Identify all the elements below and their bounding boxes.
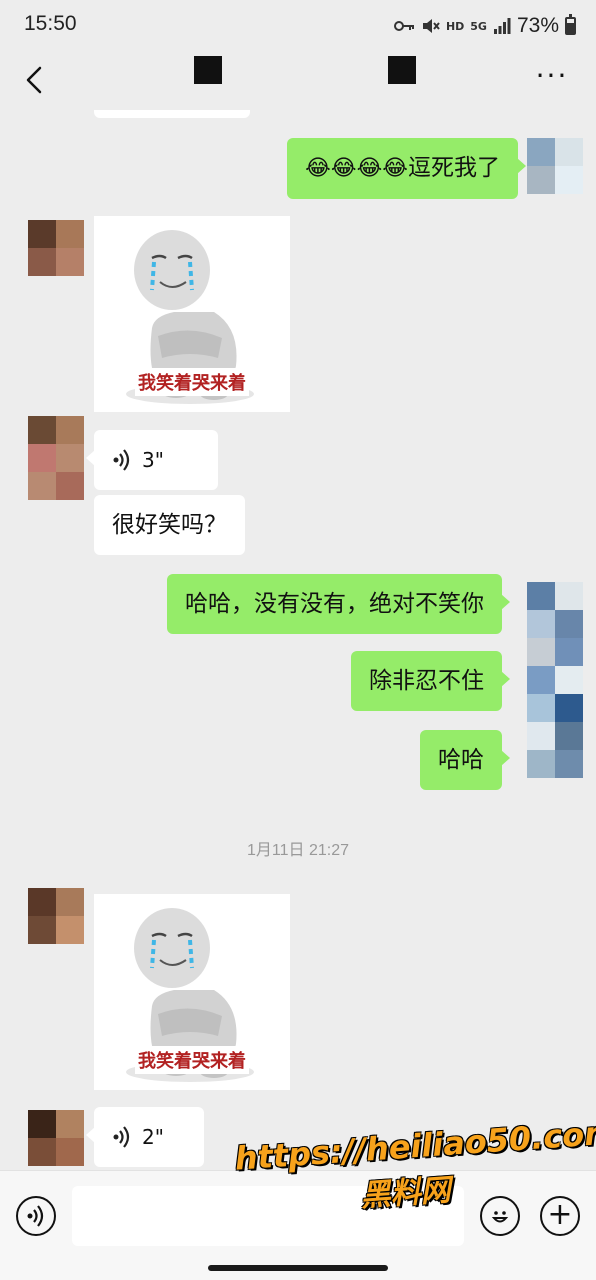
sticker-image[interactable]: 我笑着哭来着 [94,216,290,412]
emoji-button[interactable] [480,1196,520,1236]
key-icon [393,21,414,31]
chat-area[interactable]: 😂😂😂😂逗死我了 我笑着哭来着 3" 很好笑吗？ 哈哈，没有没有，绝对不笑你 除… [0,110,596,1170]
voice-wave-icon [113,1126,130,1148]
back-button[interactable] [18,62,54,98]
signal-icon [493,18,511,34]
message-input[interactable] [72,1186,464,1246]
home-indicator[interactable] [208,1265,388,1271]
mute-icon [422,19,440,33]
message-text: 逗死我了 [408,155,500,181]
voice-duration: 3" [142,448,164,472]
hd-label: HD [445,19,465,33]
battery-icon [565,14,576,35]
message-text: 哈哈，没有没有，绝对不笑你 [185,591,484,617]
sticker-caption: 我笑着哭来着 [135,1046,249,1074]
status-bar: 15:50 HD 5G 73% [0,0,596,52]
redacted-block [388,56,416,84]
emoji-smile-icon [491,1211,509,1223]
contact-avatar[interactable] [28,1110,84,1166]
contact-avatar[interactable] [28,416,84,500]
chat-header: ··· [0,52,596,110]
more-button[interactable]: ··· [534,62,570,94]
my-avatar[interactable] [527,582,583,778]
voice-mode-button[interactable] [16,1196,56,1236]
redacted-block [194,56,222,84]
previous-message-fragment [94,110,250,118]
emoji-laugh-cry: 😂😂😂😂 [305,156,408,181]
status-time: 15:50 [24,12,77,35]
voice-wave-icon [113,449,130,471]
message-text: 除非忍不住 [369,668,484,694]
sticker-image[interactable]: 我笑着哭来着 [94,894,290,1090]
voice-message-bubble[interactable]: 3" [86,430,218,490]
voice-message-bubble[interactable]: 2" [86,1107,204,1167]
network-label: 5G [470,19,487,33]
plus-icon: + [547,1196,573,1232]
voice-mode-icon [27,1205,44,1227]
message-bubble-me[interactable]: 哈哈，没有没有，绝对不笑你 [167,574,510,634]
voice-duration: 2" [142,1125,164,1149]
contact-avatar[interactable] [28,220,84,276]
message-text: 很好笑吗？ [112,512,227,538]
message-bubble-me[interactable]: 哈哈 [420,730,510,790]
message-bubble-them[interactable]: 很好笑吗？ [94,495,245,555]
message-bubble-me[interactable]: 除非忍不住 [351,651,510,711]
status-icons: HD 5G 73% [393,12,576,40]
chevron-left-icon [26,66,42,94]
plus-button[interactable]: + [540,1196,580,1236]
message-text: 哈哈 [438,747,484,773]
message-timestamp: 1月11日 21:27 [247,842,349,859]
sticker-caption: 我笑着哭来着 [135,368,249,396]
input-bar: + [0,1170,596,1280]
message-bubble-me[interactable]: 😂😂😂😂逗死我了 [287,138,526,199]
contact-avatar[interactable] [28,888,84,944]
battery-percent: 73% [516,14,559,37]
my-avatar[interactable] [527,138,583,194]
